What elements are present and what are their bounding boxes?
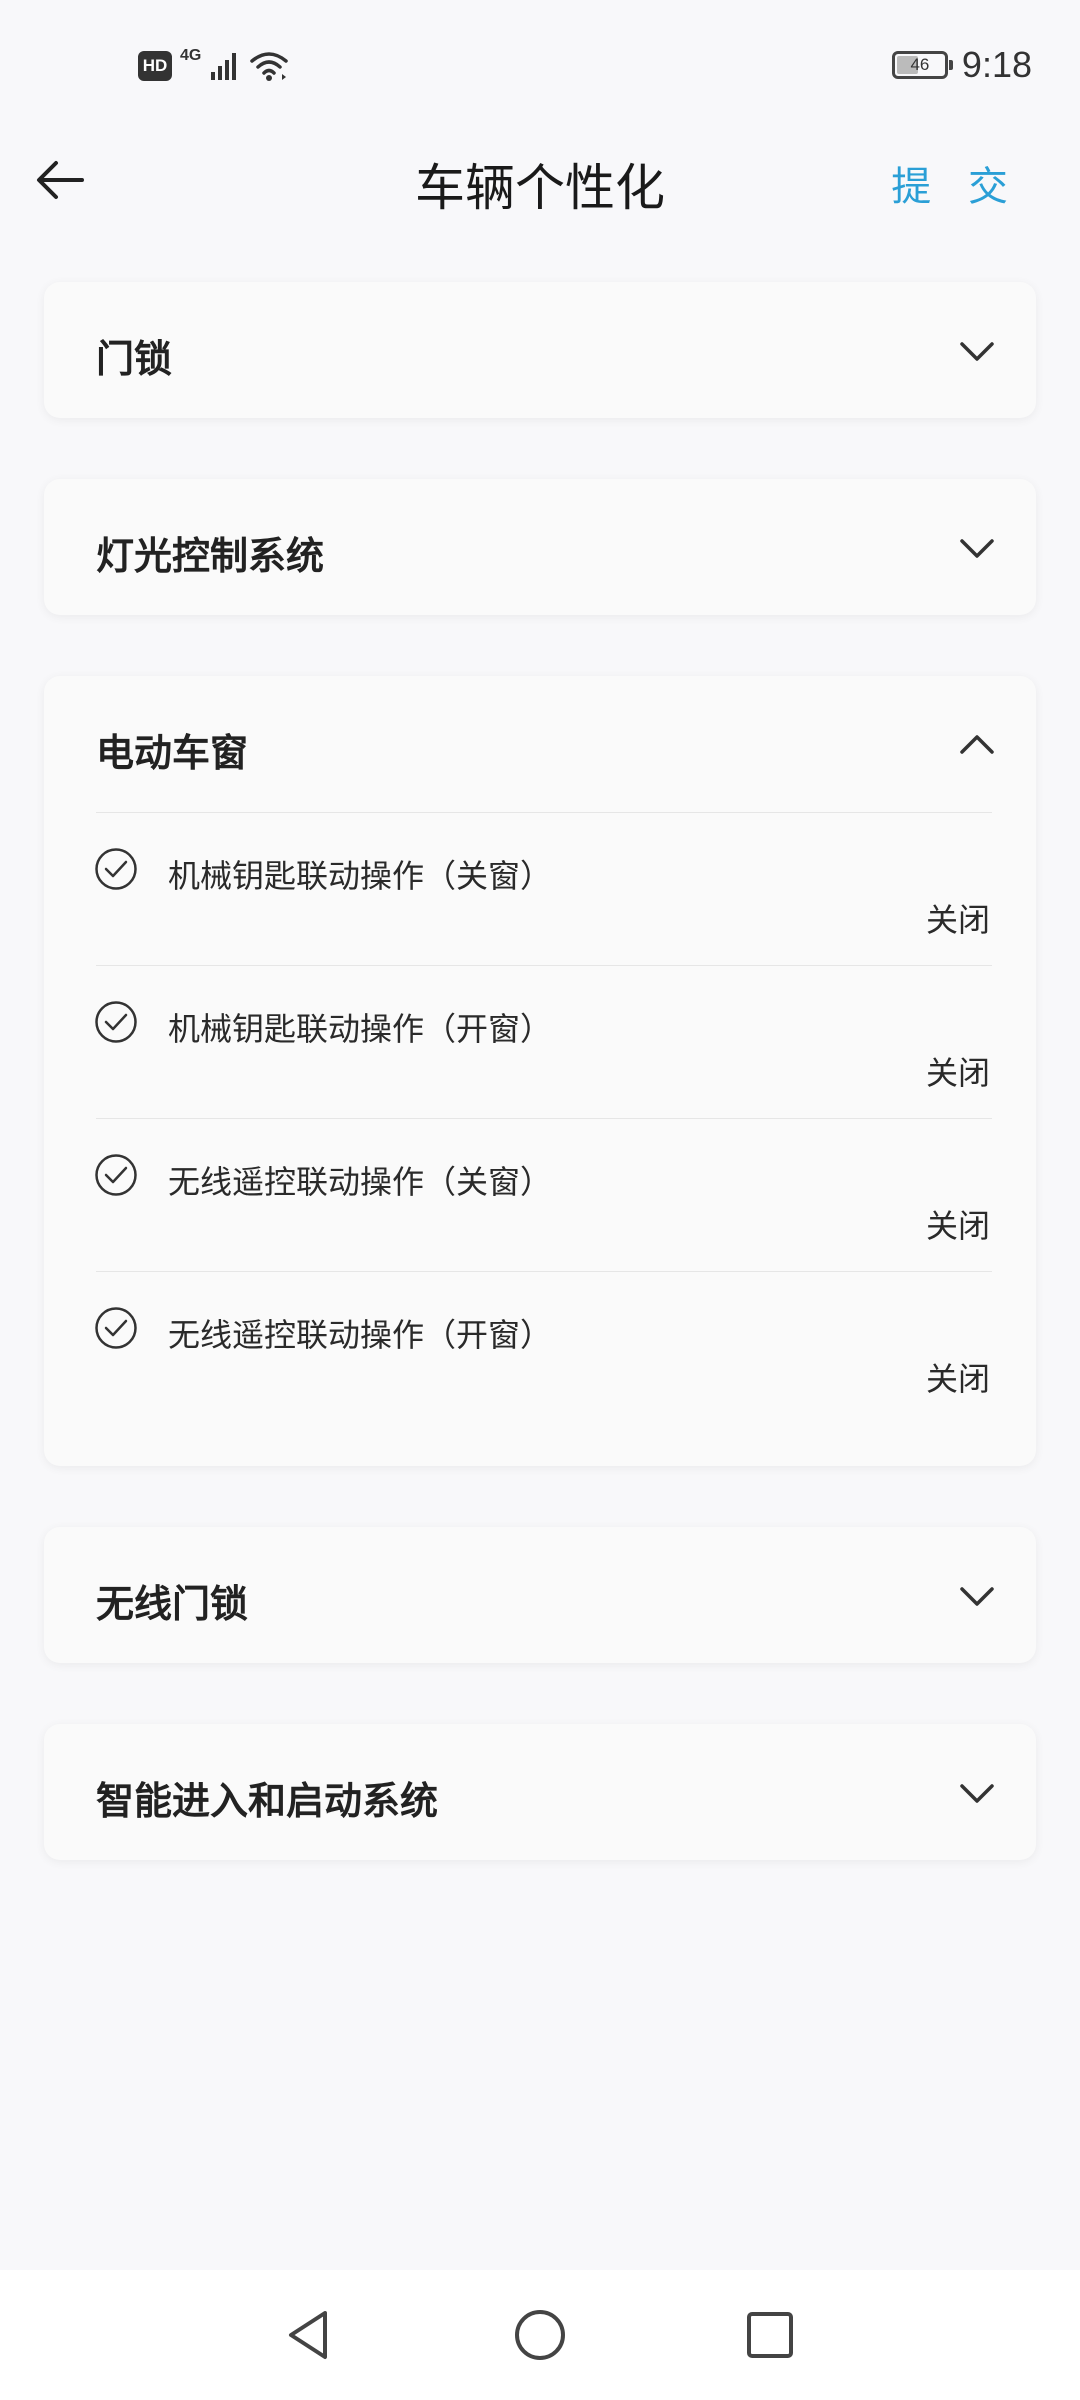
section-header[interactable]: 智能进入和启动系统 [44, 1724, 1036, 1860]
chevron-down-icon [958, 529, 996, 567]
option-label: 机械钥匙联动操作（关窗） [168, 857, 553, 895]
clock: 9:18 [961, 44, 1032, 85]
check-circle-icon[interactable] [94, 847, 138, 891]
option-row[interactable]: 机械钥匙联动操作（关窗） 关闭 [44, 813, 1036, 965]
option-row[interactable]: 无线遥控联动操作（关窗） 关闭 [44, 1119, 1036, 1271]
chevron-down-icon [958, 332, 996, 370]
wifi-icon [250, 52, 289, 81]
section-header[interactable]: 门锁 [44, 282, 1036, 418]
network-type-label: 4G [180, 47, 202, 64]
check-circle-icon[interactable] [94, 1000, 138, 1044]
section-title: 智能进入和启动系统 [96, 1779, 439, 1823]
signal-icon [211, 53, 237, 80]
section-door-lock: 门锁 [44, 282, 1036, 418]
chevron-down-icon [958, 1577, 996, 1615]
section-title: 灯光控制系统 [96, 534, 325, 578]
status-left: HD 4G [138, 44, 289, 88]
back-triangle-icon [289, 2311, 327, 2359]
option-row[interactable]: 无线遥控联动操作（开窗） 关闭 [44, 1272, 1036, 1424]
option-row[interactable]: 机械钥匙联动操作（开窗） 关闭 [44, 966, 1036, 1118]
hd-icon: HD [138, 51, 172, 81]
battery-level: 46 [910, 55, 930, 74]
option-value[interactable]: 关闭 [926, 1201, 990, 1247]
section-smart-entry: 智能进入和启动系统 [44, 1724, 1036, 1860]
app-header: 车辆个性化 提 交 [0, 130, 1080, 230]
section-header[interactable]: 灯光控制系统 [44, 479, 1036, 615]
section-lighting: 灯光控制系统 [44, 479, 1036, 615]
option-label: 无线遥控联动操作（关窗） [168, 1163, 553, 1201]
nav-recents-button[interactable] [735, 2300, 805, 2370]
nav-back-button[interactable] [274, 2300, 344, 2370]
check-circle-icon[interactable] [94, 1306, 138, 1350]
section-power-windows: 电动车窗 机械钥匙联动操作（关窗） 关闭 机械钥匙联动操作（开窗） 关闭 无线遥… [44, 676, 1036, 1466]
section-header[interactable]: 电动车窗 [44, 676, 1036, 812]
option-value[interactable]: 关闭 [926, 1354, 990, 1400]
chevron-down-icon [958, 1774, 996, 1812]
option-value[interactable]: 关闭 [926, 895, 990, 941]
system-nav-bar [0, 2270, 1080, 2400]
recents-square-icon [747, 2312, 793, 2358]
section-title: 电动车窗 [96, 731, 249, 775]
section-title: 无线门锁 [96, 1582, 249, 1626]
submit-button[interactable]: 提 交 [891, 154, 1020, 212]
option-label: 无线遥控联动操作（开窗） [168, 1316, 553, 1354]
option-value[interactable]: 关闭 [926, 1048, 990, 1094]
home-circle-icon [515, 2310, 565, 2360]
nav-home-button[interactable] [505, 2300, 575, 2370]
section-wireless-door-lock: 无线门锁 [44, 1527, 1036, 1663]
section-title: 门锁 [96, 337, 173, 381]
chevron-up-icon [958, 726, 996, 764]
status-bar: HD 4G 46 9:18 [0, 0, 1080, 130]
battery-icon: 46 [891, 51, 953, 79]
check-circle-icon[interactable] [94, 1153, 138, 1197]
status-right: 46 9:18 [891, 40, 1032, 90]
option-label: 机械钥匙联动操作（开窗） [168, 1010, 553, 1048]
section-header[interactable]: 无线门锁 [44, 1527, 1036, 1663]
